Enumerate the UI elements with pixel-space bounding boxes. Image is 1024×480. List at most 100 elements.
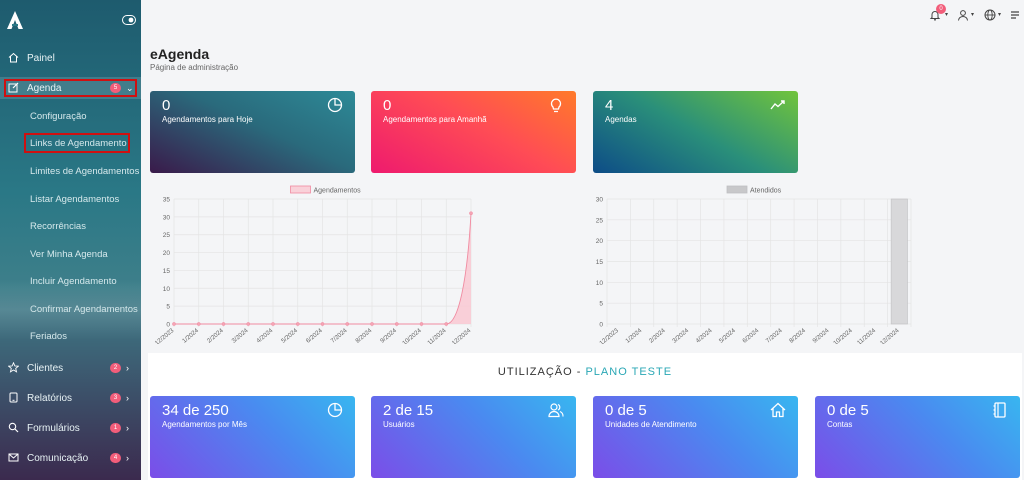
data-point (221, 322, 226, 326)
usage-value: 0 de 5 (605, 402, 647, 419)
submenu-item-limites-de-agendamentos[interactable]: Limites de Agendamentos (30, 166, 139, 177)
usage-value: 2 de 15 (383, 402, 434, 419)
stat-card-tomorrow[interactable]: 0 Agendamentos para Amanhã (371, 91, 576, 173)
usage-card-contas[interactable]: 0 de 5 Contas (815, 396, 1020, 478)
chart-agendamentos: Agendamentos0510152025303512/2023 1/2024 2… (154, 185, 473, 344)
page-subtitle: Página de administração (150, 63, 239, 72)
sidebar-item-relatorios[interactable]: Relatórios 3 › (0, 387, 141, 409)
y-tick-label: 0 (599, 322, 603, 329)
caret-down-icon: ▾ (998, 12, 1002, 18)
stat-label: Agendas (605, 115, 637, 124)
submenu-item-ver-minha-agenda[interactable]: Ver Minha Agenda (30, 249, 108, 260)
submenu-item-recorrencias[interactable]: Recorrências (30, 221, 86, 232)
data-point (172, 322, 176, 326)
y-tick-label: 15 (163, 268, 171, 275)
plan-name[interactable]: PLANO TESTE (585, 366, 672, 378)
data-point (394, 322, 399, 326)
x-tick-label: 8/2024 (788, 327, 807, 344)
legend-label: Atendidos (750, 188, 782, 195)
page-title: eAgenda (150, 46, 210, 62)
stat-card-today[interactable]: 0 Agendamentos para Hoje (150, 91, 355, 173)
y-tick-label: 25 (163, 232, 171, 239)
sidebar-item-clientes[interactable]: Clientes 2 › (0, 357, 141, 379)
stat-label: Agendamentos para Amanhã (383, 115, 487, 124)
x-tick-label: 9/2024 (379, 327, 398, 344)
x-tick-label: 7/2024 (330, 327, 349, 344)
usage-card-agendamentos[interactable]: 34 de 250 Agendamentos por Mês (150, 396, 355, 478)
data-point (196, 322, 201, 326)
sidebar-item-label: Relatórios (27, 392, 73, 404)
x-tick-label: 5/2024 (280, 327, 299, 344)
x-tick-label: 9/2024 (811, 327, 830, 344)
sidebar-item-formularios[interactable]: Formulários 1 › (0, 417, 141, 439)
sidebar-item-label: Clientes (27, 362, 64, 374)
stat-value: 0 (162, 97, 171, 114)
usage-title: UTILIZAÇÃO - PLANO TESTE (148, 366, 1022, 378)
usage-label: Contas (827, 420, 853, 429)
sidebar-badge: 4 (110, 453, 121, 463)
highlight-box-agenda (4, 79, 137, 97)
y-tick-label: 10 (596, 280, 604, 287)
sidebar-item-painel[interactable]: Painel (0, 47, 141, 69)
stat-value: 0 (383, 97, 392, 114)
submenu-item-incluir-agendamento[interactable]: Incluir Agendamento (30, 276, 117, 287)
menu-icon[interactable] (1010, 10, 1020, 20)
usage-value: 34 de 250 (162, 402, 229, 419)
legend-swatch (290, 185, 311, 194)
x-tick-label: 6/2024 (305, 327, 324, 344)
pie-chart-icon (327, 402, 343, 418)
data-point (370, 322, 374, 326)
submenu-item-listar-agendamentos[interactable]: Listar Agendamentos (30, 194, 119, 205)
x-tick-label: 6/2024 (741, 327, 760, 344)
stat-card-agendas[interactable]: 4 Agendas (593, 91, 798, 173)
chevron-right-icon: › (126, 363, 129, 373)
x-tick-label: 4/2024 (255, 327, 274, 344)
x-tick-label: 3/2024 (671, 327, 690, 344)
data-point (444, 322, 449, 326)
users-icon (548, 403, 564, 418)
x-tick-label: 5/2024 (718, 327, 737, 344)
y-tick-label: 10 (163, 286, 171, 293)
x-tick-label: 4/2024 (695, 327, 714, 344)
usage-card-usuarios[interactable]: 2 de 15 Usuários (371, 396, 576, 478)
x-tick-label: 12/2024 (451, 327, 473, 344)
bar (890, 198, 908, 325)
sidebar-badge: 3 (110, 393, 121, 403)
mail-icon (8, 453, 19, 462)
sidebar-badge: 1 (110, 423, 121, 433)
app-logo[interactable] (6, 10, 24, 30)
data-point (271, 322, 275, 326)
x-tick-label: 12/2023 (598, 327, 620, 344)
x-tick-label: 7/2024 (765, 327, 784, 344)
x-tick-label: 11/2024 (426, 327, 448, 344)
notebook-icon (993, 402, 1006, 418)
tablet-icon (9, 392, 18, 403)
usage-value: 0 de 5 (827, 402, 869, 419)
usage-label: Unidades de Atendimento (605, 420, 697, 429)
globe-icon[interactable] (984, 9, 996, 21)
submenu-item-feriados[interactable]: Feriados (30, 331, 67, 342)
toggle-sidebar-icon[interactable] (122, 15, 136, 25)
y-tick-label: 20 (163, 250, 171, 257)
sidebar-item-comunicacao[interactable]: Comunicação 4 › (0, 447, 141, 469)
y-tick-label: 25 (596, 217, 604, 224)
x-tick-label: 1/2024 (624, 327, 643, 344)
x-tick-label: 2/2024 (648, 327, 667, 344)
y-tick-label: 5 (599, 301, 603, 308)
submenu-item-confirmar-agendamentos[interactable]: Confirmar Agendamentos (30, 304, 138, 315)
legend-label: Agendamentos (314, 188, 362, 195)
x-tick-label: 11/2024 (856, 327, 878, 344)
chevron-right-icon: › (126, 423, 129, 433)
y-tick-label: 30 (163, 214, 171, 221)
data-point (345, 322, 350, 326)
x-tick-label: 12/2024 (879, 327, 901, 344)
usage-label: Agendamentos por Mês (162, 420, 247, 429)
sidebar-item-label: Painel (27, 52, 55, 64)
usage-card-unidades[interactable]: 0 de 5 Unidades de Atendimento (593, 396, 798, 478)
x-tick-label: 10/2024 (401, 327, 423, 344)
sidebar-item-label: Comunicação (27, 452, 89, 464)
x-tick-label: 2/2024 (206, 327, 225, 344)
user-icon[interactable] (957, 9, 969, 21)
data-point (320, 322, 325, 326)
submenu-item-configuracao[interactable]: Configuração (30, 111, 87, 122)
